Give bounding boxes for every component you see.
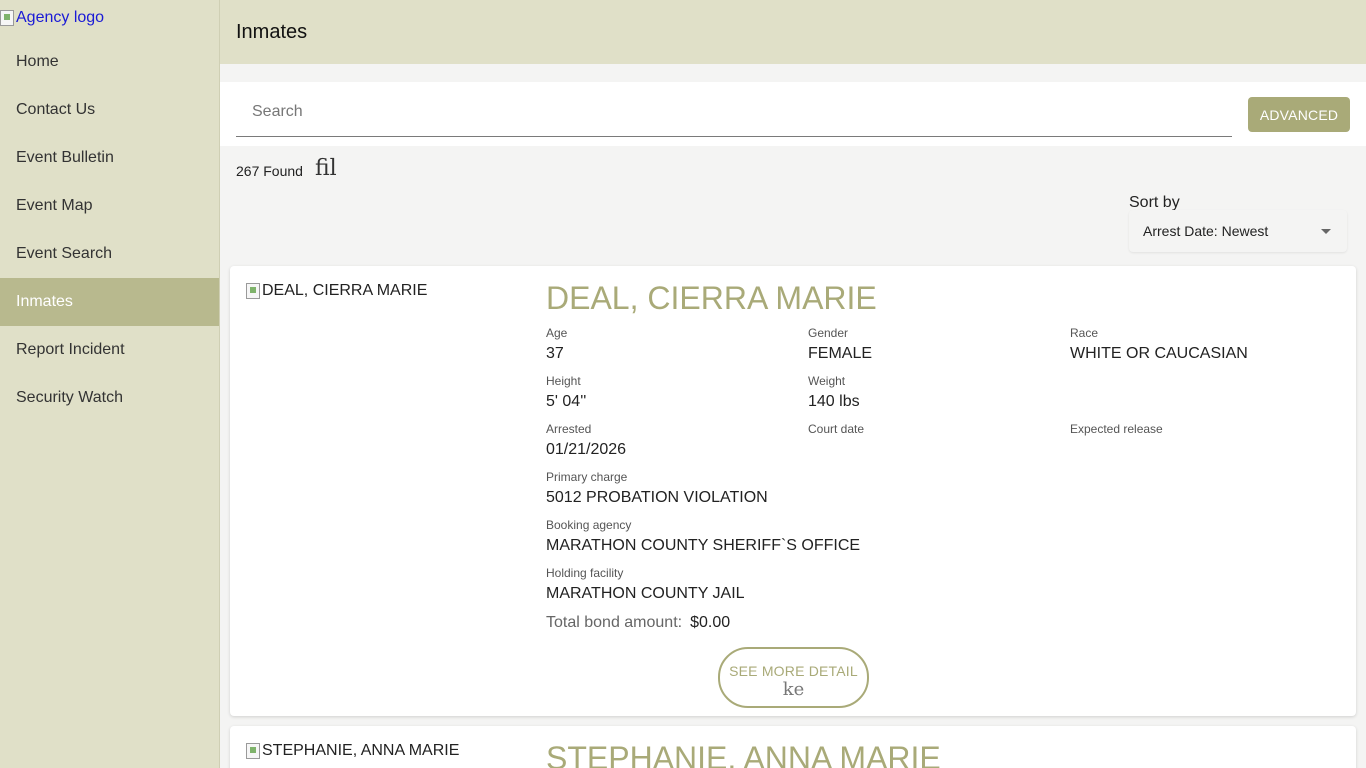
field-expected-release: Expected release (1070, 422, 1163, 441)
broken-image-icon (246, 283, 260, 299)
field-value: 01/21/2026 (546, 441, 627, 458)
field-label: Primary charge (546, 470, 628, 484)
sidebar-nav: Home Contact Us Event Bulletin Event Map… (0, 38, 219, 422)
bond-label: Total bond amount: (546, 614, 683, 631)
sort-selected-value: Arrest Date: Newest (1143, 223, 1269, 239)
agency-logo[interactable]: Agency logo (0, 8, 104, 28)
field-value: FEMALE (808, 345, 873, 362)
field-weight: Weight 140 lbs (808, 374, 860, 411)
field-court-date: Court date (808, 422, 864, 441)
field-height: Height 5' 04'' (546, 374, 586, 411)
field-value: MARATHON COUNTY SHERIFF`S OFFICE (546, 537, 861, 554)
sidebar-item-inmates[interactable]: Inmates (0, 278, 219, 326)
field-label: Expected release (1070, 422, 1163, 436)
filter-icon[interactable]: fil (315, 156, 340, 181)
inmate-card: STEPHANIE, ANNA MARIE STEPHANIE, ANNA MA… (230, 726, 1356, 768)
field-label: Booking agency (546, 518, 632, 532)
sidebar-item-event-bulletin[interactable]: Event Bulletin (0, 134, 219, 182)
agency-logo-alt: Agency logo (16, 9, 105, 26)
inmate-name: STEPHANIE, ANNA MARIE (546, 740, 941, 768)
field-value: WHITE OR CAUCASIAN (1070, 345, 1248, 362)
broken-image-icon (0, 10, 14, 26)
field-primary-charge: Primary charge 5012 PROBATION VIOLATION (546, 470, 768, 507)
sidebar-item-report-incident[interactable]: Report Incident (0, 326, 219, 374)
dropdown-arrow-icon (1321, 229, 1331, 234)
sidebar-item-security-watch[interactable]: Security Watch (0, 374, 219, 422)
inmate-photo: STEPHANIE, ANNA MARIE (246, 742, 459, 760)
see-more-detail-button[interactable]: SEE MORE DETAIL ke (718, 647, 869, 708)
field-holding-facility: Holding facility MARATHON COUNTY JAIL (546, 566, 745, 603)
field-label: Weight (808, 374, 846, 388)
sidebar-item-event-search[interactable]: Event Search (0, 230, 219, 278)
inmate-photo-alt: STEPHANIE, ANNA MARIE (262, 742, 460, 759)
page-title: Inmates (236, 20, 308, 43)
broken-image-icon (246, 743, 260, 759)
field-label: Race (1070, 326, 1099, 340)
expand-icon: ke (782, 681, 805, 699)
inmate-photo-alt: DEAL, CIERRA MARIE (262, 282, 428, 299)
inmate-name: DEAL, CIERRA MARIE (546, 280, 877, 316)
field-label: Gender (808, 326, 849, 340)
sidebar-item-contact-us[interactable]: Contact Us (0, 86, 219, 134)
search-bar: ADVANCED (220, 82, 1366, 146)
field-value: MARATHON COUNTY JAIL (546, 585, 745, 602)
field-label: Arrested (546, 422, 592, 436)
sidebar: Agency logo Home Contact Us Event Bullet… (0, 0, 220, 768)
field-value: 5012 PROBATION VIOLATION (546, 489, 768, 506)
see-more-detail-label: SEE MORE DETAIL (729, 663, 858, 679)
field-age: Age 37 (546, 326, 567, 363)
sort-select[interactable]: Arrest Date: Newest (1129, 210, 1347, 252)
field-label: Age (546, 326, 568, 340)
search-input[interactable] (236, 88, 1232, 137)
field-label: Court date (808, 422, 865, 436)
inmate-photo: DEAL, CIERRA MARIE (246, 282, 427, 300)
field-value: 37 (546, 345, 564, 362)
field-booking-agency: Booking agency MARATHON COUNTY SHERIFF`S… (546, 518, 860, 555)
total-bond: Total bond amount: $0.00 (546, 614, 730, 632)
field-label: Height (546, 374, 581, 388)
sidebar-item-event-map[interactable]: Event Map (0, 182, 219, 230)
sidebar-item-home[interactable]: Home (0, 38, 219, 86)
field-value: 140 lbs (808, 393, 860, 410)
results-count: 267 Found (236, 163, 303, 179)
bond-value: $0.00 (690, 614, 731, 631)
field-value: 5' 04'' (546, 393, 587, 410)
top-bar: Inmates (220, 0, 1366, 64)
advanced-search-button[interactable]: ADVANCED (1248, 97, 1350, 132)
field-label: Holding facility (546, 566, 624, 580)
field-arrested: Arrested 01/21/2026 (546, 422, 626, 459)
field-gender: Gender FEMALE (808, 326, 872, 363)
inmate-card: DEAL, CIERRA MARIE DEAL, CIERRA MARIE Ag… (230, 266, 1356, 716)
field-race: Race WHITE OR CAUCASIAN (1070, 326, 1248, 363)
